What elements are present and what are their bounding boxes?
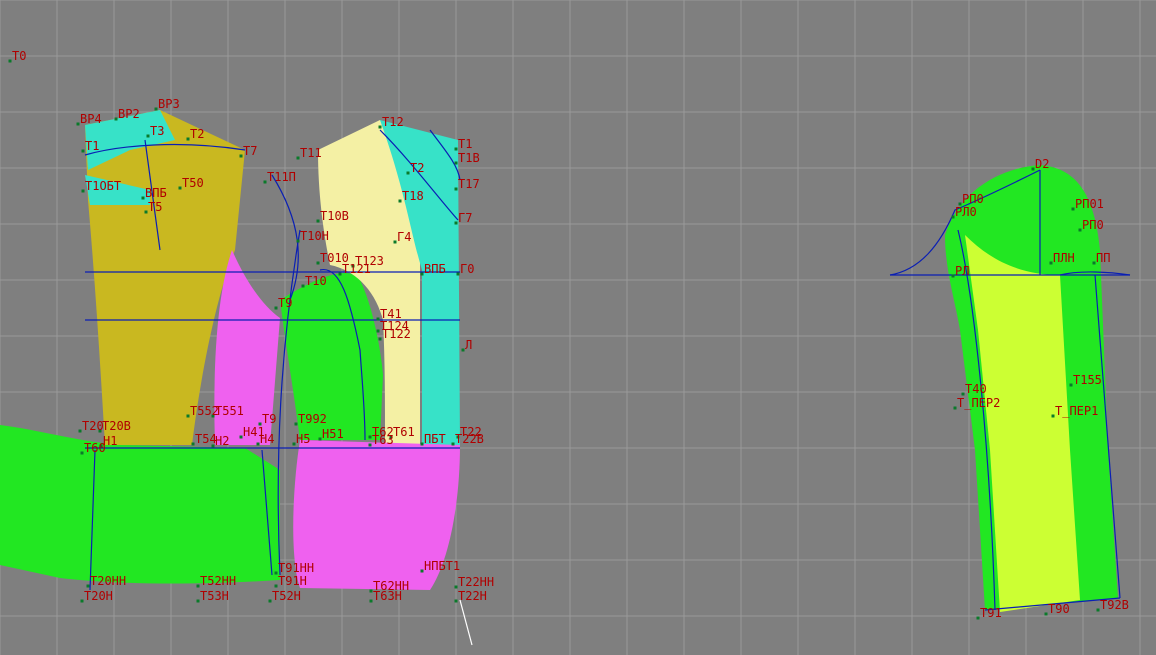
label: T_ПЕР1 bbox=[1055, 404, 1098, 418]
label: T22H bbox=[458, 589, 487, 603]
label: T11П bbox=[267, 170, 296, 184]
label: T63H bbox=[373, 589, 402, 603]
label: T1B bbox=[458, 151, 480, 165]
label: РП01 bbox=[1075, 197, 1104, 211]
label: T2 bbox=[410, 161, 424, 175]
label: ВПБ bbox=[145, 186, 167, 200]
label: T9 bbox=[262, 412, 276, 426]
label: T3 bbox=[150, 124, 164, 138]
label: H5 bbox=[296, 432, 310, 446]
label: T_ПЕР2 bbox=[957, 396, 1000, 410]
label: T63 bbox=[372, 433, 394, 447]
label: BP3 bbox=[158, 97, 180, 111]
piece-side-front[interactable] bbox=[280, 272, 383, 440]
label: T1 bbox=[458, 137, 472, 151]
label: T22HH bbox=[458, 575, 494, 589]
label: ВПБ bbox=[424, 262, 446, 276]
label: Г7 bbox=[458, 211, 472, 225]
piece-left-skirt[interactable] bbox=[0, 425, 280, 584]
label: T22B bbox=[455, 432, 484, 446]
label: H2 bbox=[215, 434, 229, 448]
label: T53H bbox=[200, 589, 229, 603]
label: T90 bbox=[1048, 602, 1070, 616]
label: T50 bbox=[182, 176, 204, 190]
label: T155 bbox=[1073, 373, 1102, 387]
label: PП0 bbox=[962, 192, 984, 206]
label: T10B bbox=[320, 209, 349, 223]
label: T20HH bbox=[90, 574, 126, 588]
label: PЛ bbox=[955, 264, 969, 278]
label: T60 bbox=[84, 441, 106, 455]
label: ПБТ bbox=[424, 432, 446, 446]
pattern-pieces bbox=[0, 110, 1118, 612]
label: T0 bbox=[12, 49, 26, 63]
label: Л bbox=[465, 338, 472, 352]
label: НПБТ1 bbox=[424, 559, 460, 573]
pattern-canvas[interactable]: T0 BP4 BP3 BP2 T3 T2 T7 T1 T1ОБТ ВПБ T50… bbox=[0, 0, 1156, 655]
label: T92B bbox=[1100, 598, 1129, 612]
label: T5 bbox=[148, 200, 162, 214]
label: BP4 bbox=[80, 112, 102, 126]
label: BP2 bbox=[118, 107, 140, 121]
label: T91 bbox=[980, 606, 1002, 620]
label: T122 bbox=[382, 327, 411, 341]
label: ПЛН bbox=[1053, 251, 1075, 265]
label: T551 bbox=[215, 404, 244, 418]
label: T10H bbox=[300, 229, 329, 243]
label: T61 bbox=[393, 425, 415, 439]
label: Г0 bbox=[460, 262, 474, 276]
label: T91HH bbox=[278, 561, 314, 575]
label: PП0 bbox=[1082, 218, 1104, 232]
label: T17 bbox=[458, 177, 480, 191]
pointer-line bbox=[459, 599, 473, 646]
label: Г4 bbox=[397, 230, 411, 244]
label: T1 bbox=[85, 139, 99, 153]
label: H51 bbox=[322, 427, 344, 441]
label: T20 bbox=[82, 419, 104, 433]
label: T11 bbox=[300, 146, 322, 160]
label: T9 bbox=[278, 296, 292, 310]
label: T10 bbox=[305, 274, 327, 288]
label: T20H bbox=[84, 589, 113, 603]
label: T12 bbox=[382, 115, 404, 129]
label: T7 bbox=[243, 144, 257, 158]
label: H4 bbox=[260, 432, 274, 446]
label: T40 bbox=[965, 382, 987, 396]
label: T52H bbox=[272, 589, 301, 603]
label: T54 bbox=[195, 432, 217, 446]
label: T52HH bbox=[200, 574, 236, 588]
label: T2 bbox=[190, 127, 204, 141]
label: T20B bbox=[102, 419, 131, 433]
label: D2 bbox=[1035, 157, 1049, 171]
label: T18 bbox=[402, 189, 424, 203]
label: PЛ0 bbox=[955, 205, 977, 219]
label: ПП bbox=[1096, 251, 1110, 265]
label: T91H bbox=[278, 574, 307, 588]
label: T1ОБТ bbox=[85, 179, 121, 193]
label: T123 bbox=[355, 254, 384, 268]
label: T992 bbox=[298, 412, 327, 426]
